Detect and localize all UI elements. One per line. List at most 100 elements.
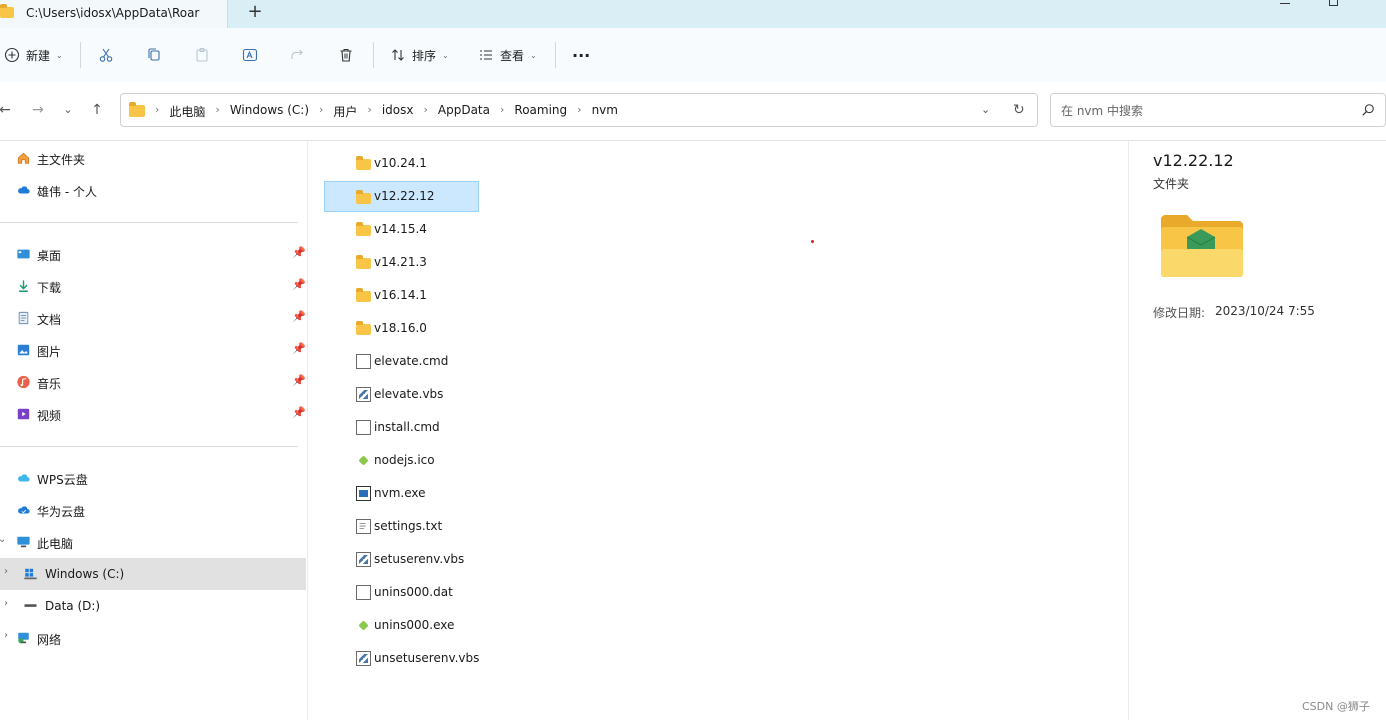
vbs-script-icon: [356, 651, 371, 666]
cut-button[interactable]: [98, 28, 114, 82]
desktop-icon: [16, 247, 31, 261]
pin-icon[interactable]: 📌: [292, 342, 306, 355]
breadcrumb-item[interactable]: nvm: [592, 103, 618, 120]
list-item[interactable]: nvm.exe: [324, 478, 479, 509]
list-item[interactable]: v14.15.4: [324, 214, 479, 245]
list-item[interactable]: unins000.exe: [324, 610, 479, 641]
folder-icon: [356, 222, 371, 236]
list-item[interactable]: unins000.dat: [324, 577, 479, 608]
nodejs-icon: [356, 618, 371, 633]
pin-icon[interactable]: 📌: [292, 374, 306, 387]
list-item[interactable]: v12.22.12: [324, 181, 479, 212]
window-tab[interactable]: C:\Users\idosx\AppData\Roar: [0, 0, 228, 28]
watermark: CSDN @狮子: [1302, 700, 1370, 713]
paste-button[interactable]: [194, 28, 210, 82]
sidebar-item-label: WPS云盘: [37, 473, 88, 487]
search-input[interactable]: [1059, 102, 1353, 120]
breadcrumb-item[interactable]: Windows (C:): [230, 103, 309, 120]
toolbar-divider: [80, 42, 81, 68]
chevron-right-icon[interactable]: ›: [4, 598, 8, 609]
address-dropdown-chevron-icon[interactable]: ⌄: [981, 103, 990, 116]
chevron-right-icon[interactable]: ›: [4, 566, 8, 577]
recent-locations-chevron-icon[interactable]: ⌄: [59, 101, 77, 119]
pin-icon[interactable]: 📌: [292, 246, 306, 259]
address-bar[interactable]: › 此电脑 › Windows (C:) › 用户 › idosx › AppD…: [120, 93, 1038, 127]
new-button[interactable]: 新建 ⌄: [4, 28, 63, 82]
delete-button[interactable]: [338, 28, 354, 82]
breadcrumb-separator: ›: [367, 103, 372, 116]
file-name: v14.21.3: [374, 255, 427, 269]
navigation-pane: 主文件夹 雄伟 - 个人 桌面 📌 下载 📌 文档 📌 图片 📌 音乐 📌 视频…: [0, 141, 308, 720]
network-icon: [16, 631, 31, 645]
sidebar-item-this-pc[interactable]: ⌄ 此电脑: [0, 526, 306, 558]
list-item[interactable]: v18.16.0: [324, 313, 479, 344]
sidebar-item-documents[interactable]: 文档 📌: [0, 302, 306, 334]
list-item[interactable]: elevate.cmd: [324, 346, 479, 377]
sort-button[interactable]: 排序 ⌄: [390, 28, 449, 82]
file-name: v12.22.12: [374, 189, 435, 203]
pin-icon[interactable]: 📌: [292, 406, 306, 419]
new-tab-button[interactable]: +: [246, 2, 264, 22]
rename-button[interactable]: [242, 28, 258, 82]
sidebar-item-wps-cloud[interactable]: WPS云盘: [0, 462, 306, 494]
minimize-icon[interactable]: [1280, 3, 1290, 4]
forward-arrow-icon[interactable]: →: [29, 101, 47, 119]
breadcrumb-item[interactable]: 用户: [333, 103, 357, 120]
breadcrumb-item[interactable]: idosx: [382, 103, 414, 120]
trash-icon: [338, 47, 354, 63]
sidebar-item-data-d[interactable]: › Data (D:): [0, 590, 306, 622]
list-item[interactable]: install.cmd: [324, 412, 479, 443]
sidebar-item-music[interactable]: 音乐 📌: [0, 366, 306, 398]
refresh-icon[interactable]: ↻: [1013, 102, 1025, 118]
copy-button[interactable]: [146, 28, 162, 82]
windows-drive-icon: [23, 567, 38, 581]
folder-icon: [356, 321, 371, 335]
more-options-button[interactable]: ···: [572, 28, 590, 82]
list-item[interactable]: settings.txt: [324, 511, 479, 542]
view-button[interactable]: 查看 ⌄: [478, 28, 537, 82]
maximize-icon[interactable]: [1329, 0, 1338, 6]
breadcrumb-separator: ›: [319, 103, 324, 116]
breadcrumb: › 此电脑 › Windows (C:) › 用户 › idosx › AppD…: [155, 103, 618, 120]
pin-icon[interactable]: 📌: [292, 278, 306, 291]
list-item[interactable]: v16.14.1: [324, 280, 479, 311]
list-item[interactable]: v14.21.3: [324, 247, 479, 278]
back-arrow-icon[interactable]: ←: [0, 101, 14, 119]
file-name: nvm.exe: [374, 486, 426, 500]
list-item[interactable]: elevate.vbs: [324, 379, 479, 410]
up-arrow-icon[interactable]: ↑: [88, 101, 106, 119]
sidebar-item-windows-c[interactable]: › Windows (C:): [0, 558, 306, 590]
search-icon[interactable]: [1361, 103, 1375, 117]
list-item[interactable]: v10.24.1: [324, 148, 479, 179]
breadcrumb-item[interactable]: AppData: [438, 103, 490, 120]
sidebar-item-huawei-cloud[interactable]: 华为云盘: [0, 494, 306, 526]
breadcrumb-item[interactable]: Roaming: [514, 103, 567, 120]
sidebar-item-downloads[interactable]: 下载 📌: [0, 270, 306, 302]
share-button[interactable]: [290, 28, 306, 82]
wps-cloud-icon: [16, 471, 31, 485]
sidebar-item-home[interactable]: 主文件夹: [0, 142, 306, 174]
sidebar-item-label: 桌面: [37, 249, 62, 263]
details-pane: v12.22.12 文件夹 修改日期: 2023/10/24 7:55: [1128, 141, 1386, 720]
sidebar-item-onedrive[interactable]: 雄伟 - 个人: [0, 174, 306, 206]
breadcrumb-item[interactable]: 此电脑: [169, 103, 205, 120]
sidebar-item-network[interactable]: › 网络: [0, 622, 306, 654]
folder-icon: [356, 190, 371, 204]
sidebar-item-videos[interactable]: 视频 📌: [0, 398, 306, 430]
sidebar-item-pictures[interactable]: 图片 📌: [0, 334, 306, 366]
list-item[interactable]: nodejs.ico: [324, 445, 479, 476]
rename-icon: [242, 47, 258, 63]
file-name: nodejs.ico: [374, 453, 435, 467]
video-icon: [16, 407, 31, 421]
title-bar: C:\Users\idosx\AppData\Roar +: [0, 0, 1386, 28]
sidebar-item-desktop[interactable]: 桌面 📌: [0, 238, 306, 270]
sidebar-item-label: 华为云盘: [37, 505, 86, 519]
file-name: v14.15.4: [374, 222, 427, 236]
list-item[interactable]: unsetuserenv.vbs: [324, 643, 479, 674]
list-item[interactable]: setuserenv.vbs: [324, 544, 479, 575]
chevron-right-icon[interactable]: ›: [4, 630, 8, 641]
pin-icon[interactable]: 📌: [292, 310, 306, 323]
file-name: v16.14.1: [374, 288, 427, 302]
chevron-down-icon[interactable]: ⌄: [0, 534, 6, 545]
share-icon: [290, 47, 306, 63]
